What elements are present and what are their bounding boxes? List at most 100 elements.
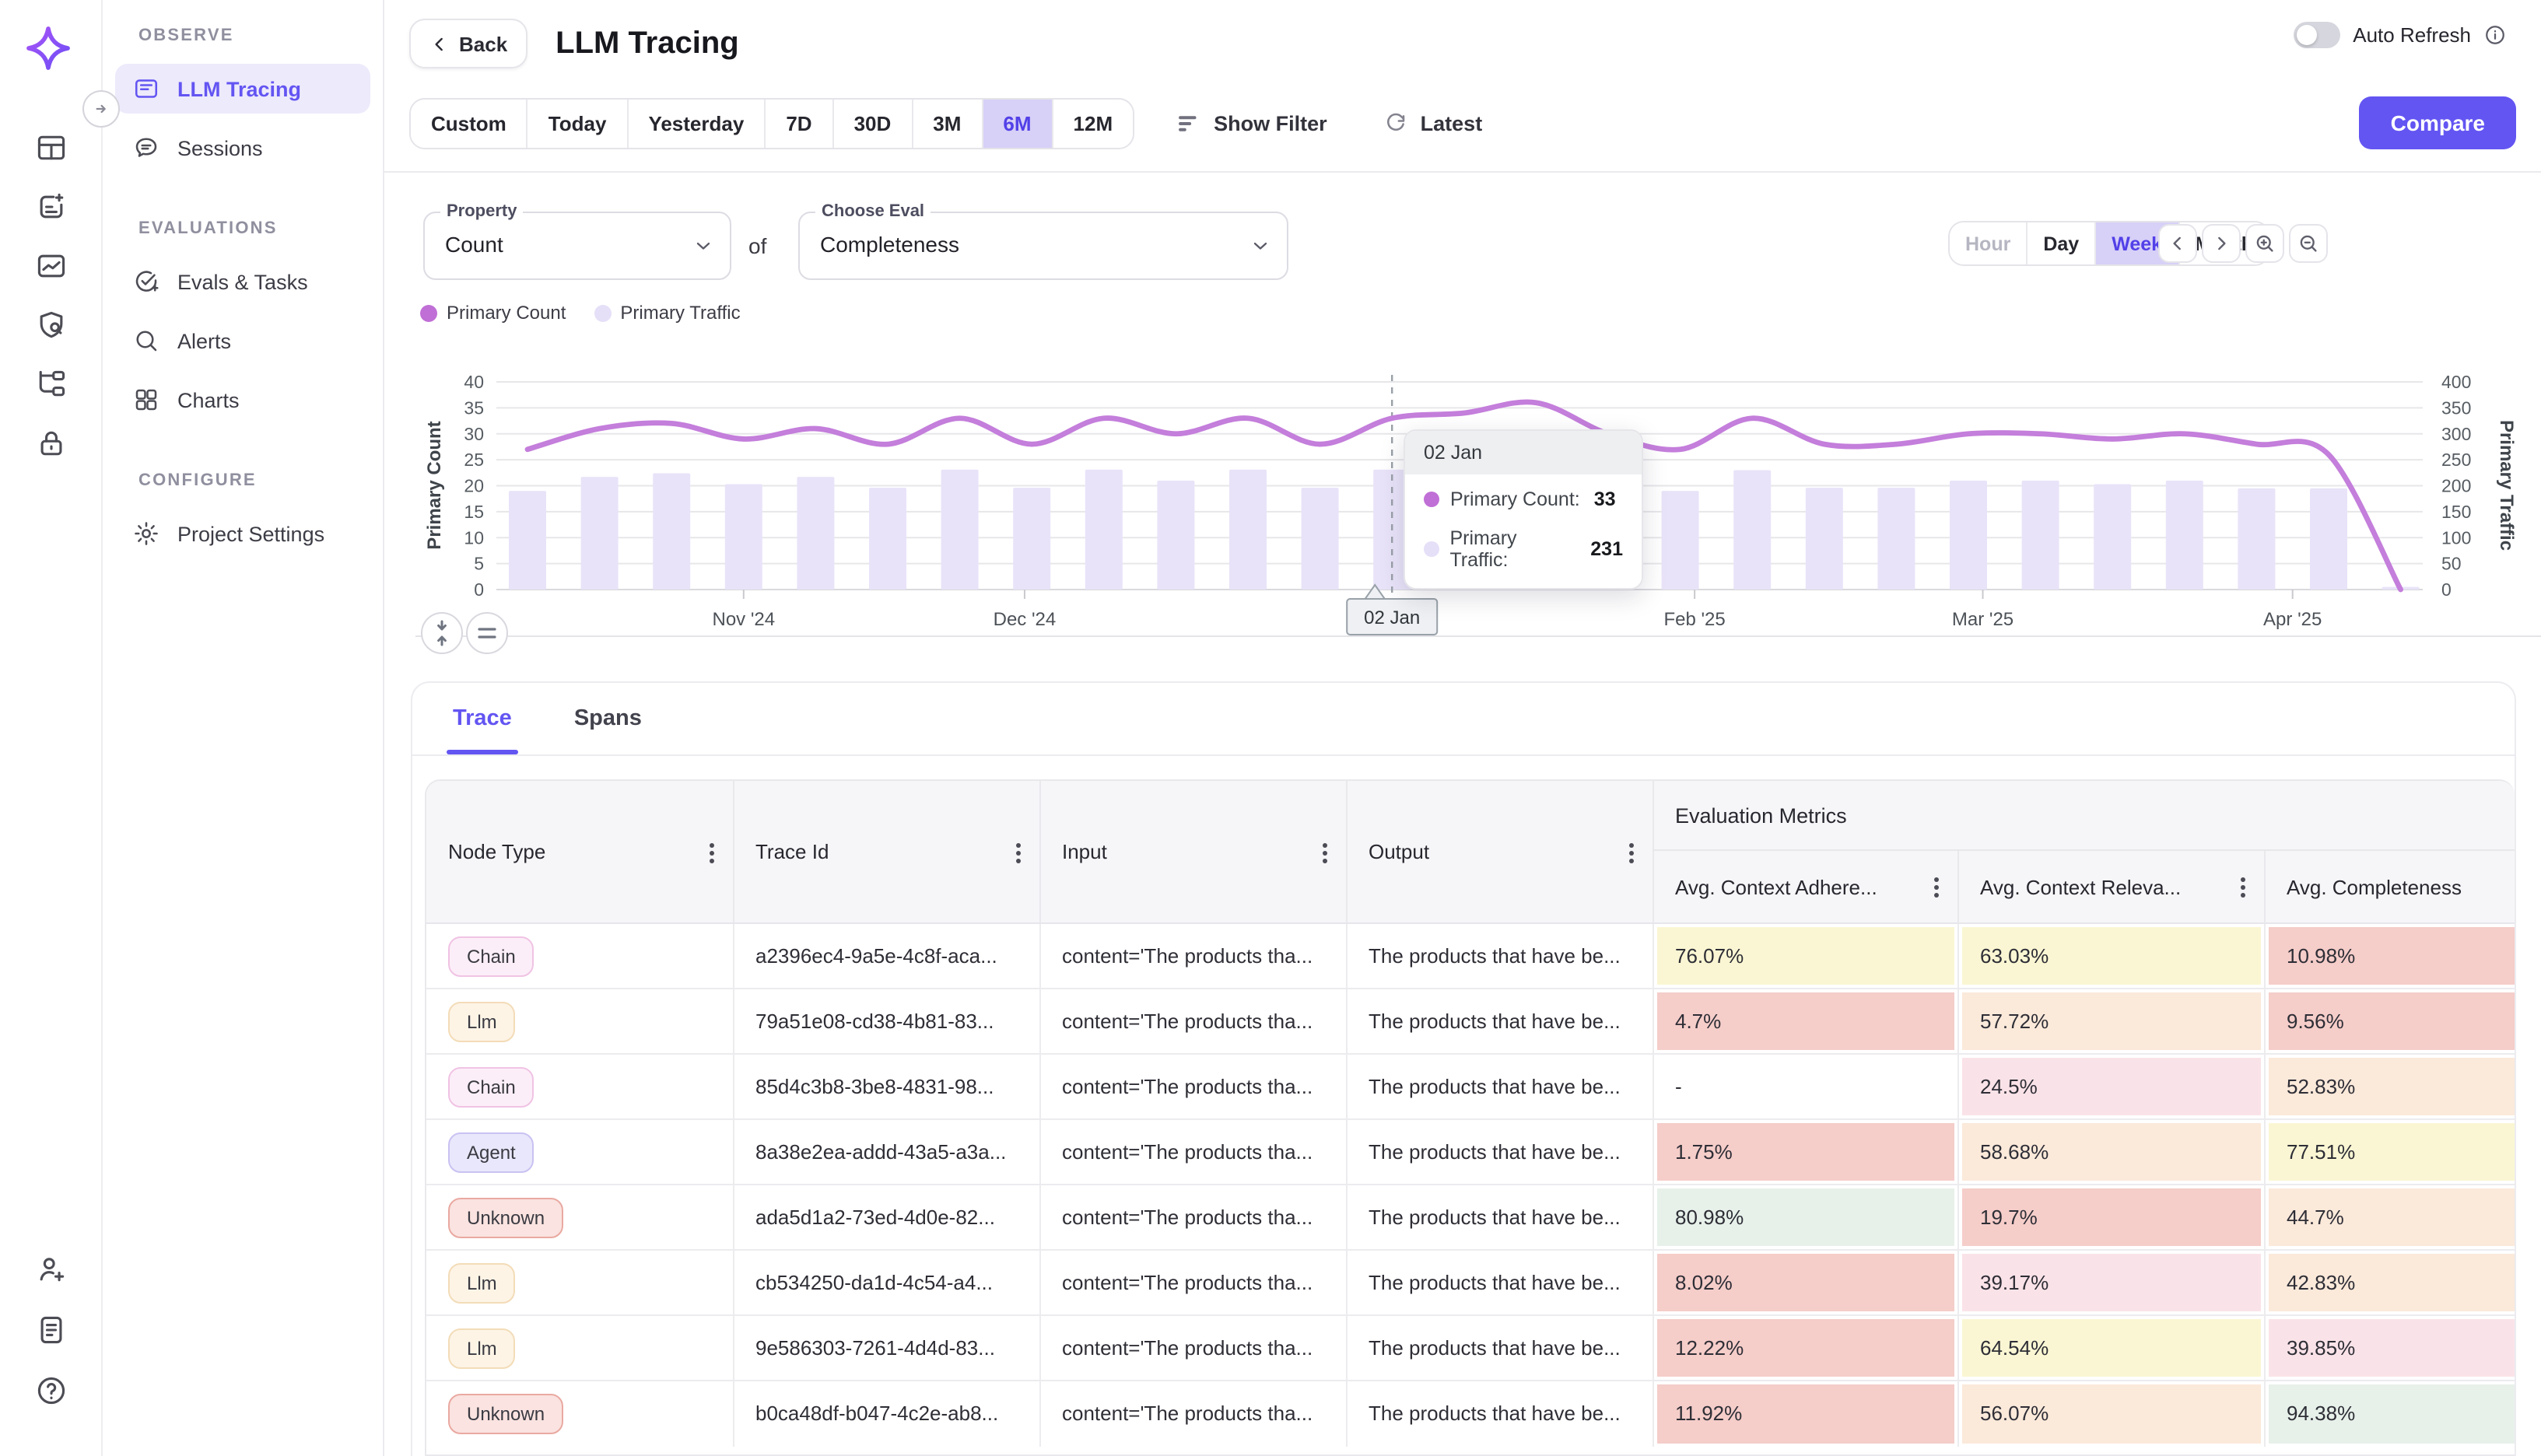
traffic-bar[interactable]	[1302, 488, 1339, 590]
zoom-in-button[interactable]	[2245, 224, 2284, 263]
traffic-bar[interactable]	[2310, 488, 2347, 590]
column-menu-icon[interactable]	[709, 850, 713, 855]
brand-logo-icon[interactable]	[23, 23, 73, 73]
input-cell: content='The products tha...	[1039, 923, 1346, 989]
choose-eval-select[interactable]: Choose Eval Completeness	[798, 212, 1288, 280]
range-3m[interactable]: 3M	[911, 99, 981, 147]
tab-trace[interactable]: Trace	[453, 683, 512, 754]
left-axis-tick: 10	[464, 527, 484, 548]
rail-user-plus-button[interactable]	[32, 1251, 69, 1288]
traffic-bar[interactable]	[1085, 470, 1123, 590]
trace-row[interactable]: Llmcb534250-da1d-4c54-a4...content='The …	[426, 1250, 2515, 1315]
column-menu-icon[interactable]	[1322, 850, 1327, 855]
range-custom[interactable]: Custom	[411, 99, 527, 147]
column-menu-icon[interactable]	[1628, 850, 1633, 855]
range-12m[interactable]: 12M	[1052, 99, 1134, 147]
column-menu-icon[interactable]	[1933, 885, 1938, 890]
compare-button[interactable]: Compare	[2360, 96, 2516, 149]
pan-left-button[interactable]	[2158, 224, 2197, 263]
metric-column-header[interactable]: Avg. Context Releva...	[1957, 850, 2264, 923]
traffic-bar[interactable]	[1806, 488, 1843, 590]
traffic-bar[interactable]	[1733, 470, 1771, 590]
range-today[interactable]: Today	[527, 99, 627, 147]
trace-row[interactable]: Unknownb0ca48df-b047-4c2e-ab8...content=…	[426, 1381, 2515, 1446]
traffic-bar[interactable]	[941, 470, 979, 590]
rail-help-button[interactable]	[32, 1372, 69, 1409]
traffic-bar[interactable]	[2022, 481, 2059, 590]
rail-document-button[interactable]	[32, 1311, 69, 1349]
show-filter-button[interactable]: Show Filter	[1175, 110, 1327, 136]
legend-item[interactable]: Primary Traffic	[594, 302, 740, 324]
trace-row[interactable]: Chain85d4c3b8-3be8-4831-98...content='Th…	[426, 1054, 2515, 1119]
rail-tree-button[interactable]	[32, 366, 69, 403]
sidebar-item-evals-tasks[interactable]: Evals & Tasks	[115, 257, 370, 306]
metric-column-header[interactable]: Avg. Context Adhere...	[1653, 850, 1957, 923]
column-header-input[interactable]: Input	[1039, 781, 1346, 923]
traffic-bar[interactable]	[1013, 488, 1050, 590]
trace-row[interactable]: Agent8a38e2ea-addd-43a5-a3a...content='T…	[426, 1119, 2515, 1185]
rail-lock-button[interactable]	[32, 425, 69, 462]
rail-shield-search-button[interactable]	[32, 306, 69, 344]
column-menu-icon[interactable]	[1015, 850, 1020, 855]
traffic-bar[interactable]	[2238, 488, 2275, 590]
range-6m[interactable]: 6M	[981, 99, 1051, 147]
trace-row[interactable]: Llm9e586303-7261-4d4d-83...content='The …	[426, 1315, 2515, 1381]
filter-icon	[1175, 110, 1201, 136]
range-yesterday[interactable]: Yesterday	[626, 99, 764, 147]
legend-item[interactable]: Primary Count	[420, 302, 566, 324]
zoom-out-button[interactable]	[2289, 224, 2328, 263]
traffic-bar[interactable]	[581, 477, 619, 590]
traffic-bar[interactable]	[797, 477, 834, 590]
granularity-day[interactable]: Day	[2026, 222, 2094, 264]
traffic-bar[interactable]	[1157, 481, 1194, 590]
column-header-output[interactable]: Output	[1346, 781, 1653, 923]
traffic-bar[interactable]	[653, 473, 690, 590]
metric-column-header[interactable]: Avg. Completeness	[2264, 850, 2515, 923]
column-header-trace-id[interactable]: Trace Id	[733, 781, 1039, 923]
metric-cell: 94.38%	[2264, 1381, 2515, 1446]
trace-row[interactable]: Unknownada5d1a2-73ed-4d0e-82...content='…	[426, 1185, 2515, 1250]
back-button[interactable]: Back	[409, 19, 527, 68]
granularity-hour[interactable]: Hour	[1950, 222, 2026, 264]
trace-row[interactable]: Llm79a51e08-cd38-4b81-83...content='The …	[426, 989, 2515, 1054]
traffic-bar[interactable]	[2094, 484, 2131, 590]
range-30d[interactable]: 30D	[832, 99, 912, 147]
rail-tag-plus-button[interactable]	[32, 188, 69, 226]
traffic-bar[interactable]	[1662, 491, 1699, 590]
traffic-bar[interactable]	[509, 491, 546, 590]
column-menu-icon[interactable]	[2240, 885, 2245, 890]
sidebar-item-alerts[interactable]: Alerts	[115, 316, 370, 366]
tab-spans[interactable]: Spans	[574, 683, 642, 754]
traffic-bar[interactable]	[869, 488, 906, 590]
rail-chart-image-button[interactable]	[32, 247, 69, 285]
input-cell: content='The products tha...	[1039, 1054, 1346, 1119]
sidebar-item-project-settings[interactable]: Project Settings	[115, 509, 370, 558]
right-axis-tick: 200	[2441, 476, 2471, 496]
pan-right-button[interactable]	[2202, 224, 2241, 263]
latest-button[interactable]: Latest	[1383, 110, 1483, 135]
output-cell: The products that have be...	[1346, 1250, 1653, 1315]
sidebar-item-charts[interactable]: Charts	[115, 375, 370, 425]
property-select[interactable]: Property Count	[423, 212, 731, 280]
auto-refresh-toggle[interactable]	[2294, 22, 2340, 48]
zoom-out-icon	[2297, 232, 2320, 255]
chevron-down-icon	[692, 235, 714, 257]
traffic-bar[interactable]	[1229, 470, 1267, 590]
node-type-badge: Agent	[448, 1132, 534, 1172]
trace-row[interactable]: Chaina2396ec4-9a5e-4c8f-aca...content='T…	[426, 923, 2515, 989]
sidebar-collapse-button[interactable]	[82, 90, 120, 128]
axis-merge-button[interactable]	[422, 613, 462, 653]
sidebar-item-llm-tracing[interactable]: LLM Tracing	[115, 64, 370, 114]
sidebar-item-sessions[interactable]: Sessions	[115, 123, 370, 173]
rail-grid-table-button[interactable]	[32, 129, 69, 166]
column-header-node-type[interactable]: Node Type	[426, 781, 733, 923]
traffic-bar[interactable]	[1950, 481, 1987, 590]
range-7d[interactable]: 7D	[764, 99, 832, 147]
traffic-bar[interactable]	[2166, 481, 2203, 590]
traffic-bar[interactable]	[725, 484, 762, 590]
metric-cell: 44.7%	[2264, 1185, 2515, 1250]
navigator-handle-button[interactable]	[467, 613, 507, 653]
info-icon[interactable]	[2483, 23, 2507, 47]
traffic-bar[interactable]	[1877, 488, 1915, 590]
input-cell: content='The products tha...	[1039, 1381, 1346, 1446]
